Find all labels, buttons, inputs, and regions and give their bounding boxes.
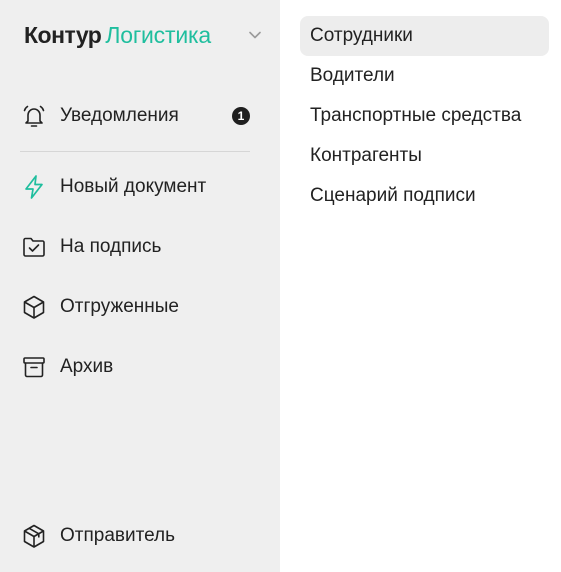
settings-dropdown-menu: Сотрудники Водители Транспортные средств… [300,16,549,216]
chevron-down-icon[interactable] [248,28,262,42]
sidebar-item-label: Уведомления [60,105,179,126]
sidebar-divider [20,151,250,152]
menu-item-signing-scenario[interactable]: Сценарий подписи [300,176,549,216]
sidebar-item-label: Отгруженные [60,296,179,317]
brand-switcher[interactable]: Контур Логистика [24,20,261,50]
sidebar-item-notifications[interactable]: Уведомления 1 [20,98,252,134]
bell-icon [20,102,48,130]
sidebar-item-to-sign[interactable]: На подпись [20,229,252,265]
menu-item-vehicles[interactable]: Транспортные средства [300,96,549,136]
package-icon [20,522,48,550]
sidebar-item-label: На подпись [60,236,162,257]
brand-product-name: Логистика [105,21,211,48]
sidebar-item-label: Отправитель [60,525,176,546]
brand-logo-name: Контур [24,21,102,48]
menu-item-drivers[interactable]: Водители [300,56,549,96]
sidebar-item-label: Архив [60,356,114,377]
app-window: Контур Логистика Уведомления 1 Новый док… [0,0,561,572]
sidebar-item-sender[interactable]: Отправитель [20,518,252,554]
folder-check-icon [20,233,48,261]
sidebar: Контур Логистика Уведомления 1 Новый док… [0,0,280,572]
sidebar-item-archive[interactable]: Архив [20,349,252,385]
menu-item-counterparties[interactable]: Контрагенты [300,136,549,176]
box-icon [20,293,48,321]
menu-item-employees[interactable]: Сотрудники [300,16,549,56]
lightning-icon [20,173,48,201]
notification-count-badge: 1 [232,107,250,125]
sidebar-item-new-document[interactable]: Новый документ [20,169,252,205]
sidebar-item-label: Новый документ [60,176,207,197]
archive-icon [20,353,48,381]
sidebar-item-shipped[interactable]: Отгруженные [20,289,252,325]
